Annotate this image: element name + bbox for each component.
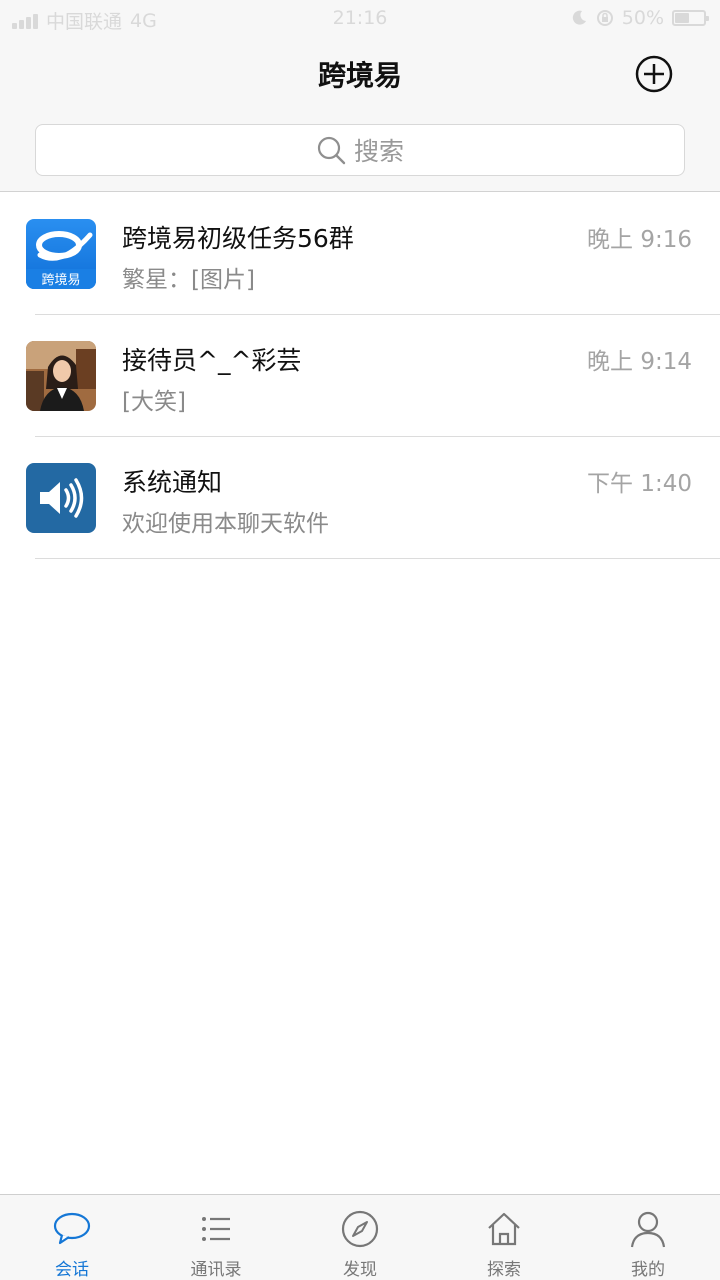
group-avatar: 跨境易: [26, 219, 96, 289]
speaker-icon: [26, 463, 96, 533]
tab-chats[interactable]: 会话: [0, 1195, 144, 1280]
tab-explore[interactable]: 探索: [432, 1195, 576, 1280]
conversation-time: 晚上 9:16: [587, 227, 692, 253]
search-icon: [317, 136, 346, 165]
conversation-preview: 繁星：[图片]: [122, 267, 255, 293]
search-placeholder: 搜索: [353, 137, 404, 166]
tab-label: 我的: [631, 1260, 665, 1280]
tab-label: 发现: [343, 1260, 377, 1280]
user-photo-icon: [26, 341, 96, 411]
tab-label: 探索: [487, 1260, 521, 1280]
moon-icon: [572, 10, 586, 25]
add-button[interactable]: [634, 54, 674, 94]
rotation-lock-icon: [596, 10, 613, 26]
page-title: 跨境易: [317, 59, 402, 92]
logo-caption: 跨境易: [41, 273, 80, 288]
conversation-item[interactable]: 系统通知 欢迎使用本聊天软件 下午 1:40: [0, 437, 720, 559]
conversation-title: 接待员^_^彩芸: [122, 346, 302, 375]
compass-icon: [341, 1210, 379, 1248]
tab-discover[interactable]: 发现: [288, 1195, 432, 1280]
plus-circle-icon: [635, 55, 673, 93]
row-divider: [35, 558, 720, 559]
screen: 中国联通 4G 21:16 50% 跨境易 搜索 跨境易 跨境易初级任务56群 …: [0, 0, 720, 1280]
conversation-item[interactable]: 跨境易 跨境易初级任务56群 繁星：[图片] 晚上 9:16: [0, 193, 720, 315]
system-avatar: [26, 463, 96, 533]
conversation-title: 系统通知: [122, 468, 223, 497]
home-icon: [488, 1212, 520, 1246]
list-icon: [202, 1217, 230, 1241]
tab-contacts[interactable]: 通讯录: [144, 1195, 288, 1280]
battery-percent: 50%: [621, 7, 664, 29]
conversation-preview: 欢迎使用本聊天软件: [122, 511, 329, 537]
conversation-title: 跨境易初级任务56群: [122, 224, 354, 253]
person-icon: [630, 1211, 666, 1248]
search-input[interactable]: 搜索: [35, 124, 685, 176]
status-bar: 中国联通 4G 21:16 50%: [0, 0, 720, 36]
status-right: 50%: [570, 7, 709, 29]
tab-label: 会话: [55, 1260, 89, 1280]
tab-me[interactable]: 我的: [576, 1195, 720, 1280]
conversation-time: 下午 1:40: [587, 471, 692, 497]
tab-bar: 会话 通讯录 发现 探索 我的: [0, 1194, 720, 1280]
conversation-item[interactable]: 接待员^_^彩芸 [大笑] 晚上 9:14: [0, 315, 720, 437]
tab-label: 通讯录: [190, 1260, 242, 1280]
header: 跨境易 搜索: [0, 36, 720, 192]
app-logo-icon: 跨境易: [26, 219, 96, 289]
battery-fill: [675, 13, 689, 23]
chat-bubble-icon: [53, 1212, 91, 1245]
conversation-preview: [大笑]: [122, 389, 186, 415]
battery-icon: [672, 10, 709, 26]
user-avatar: [26, 341, 96, 411]
conversation-time: 晚上 9:14: [587, 349, 692, 375]
conversation-list: 跨境易 跨境易初级任务56群 繁星：[图片] 晚上 9:16 接待员^_^彩芸 …: [0, 193, 720, 559]
